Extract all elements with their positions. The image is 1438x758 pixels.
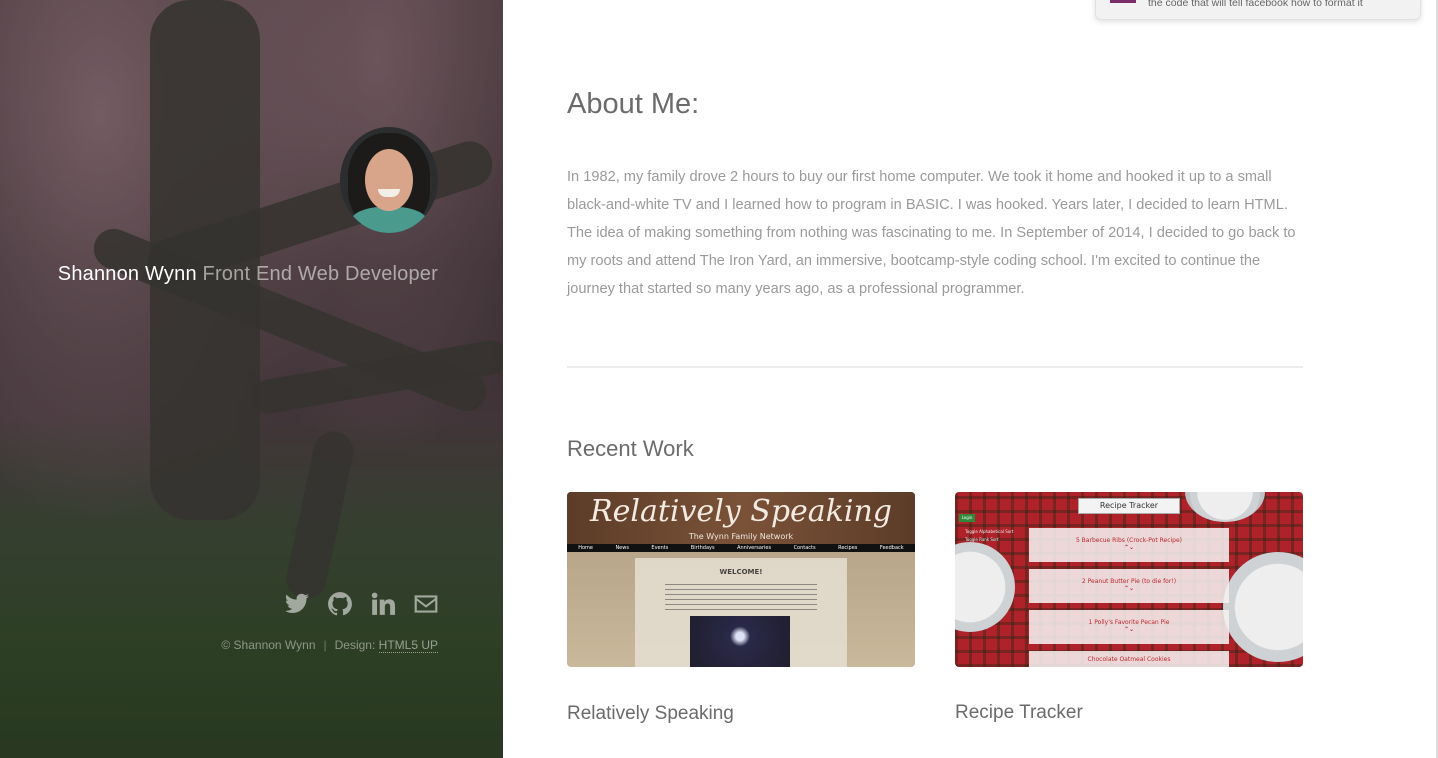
work-item-relatively-speaking[interactable]: Relatively Speaking The Wynn Family Netw… bbox=[567, 492, 915, 725]
recipe-card: 2 Peanut Butter Pie (to die for!) ⌃⌄ bbox=[1029, 569, 1229, 603]
copyright-text: © Shannon Wynn bbox=[221, 638, 316, 652]
main-content: About Me: In 1982, my family drove 2 hou… bbox=[503, 0, 1438, 758]
work-thumbnail[interactable]: Recipe Tracker Login Toggle Alphabetical… bbox=[955, 492, 1303, 667]
work-item-recipe-tracker[interactable]: Recipe Tracker Login Toggle Alphabetical… bbox=[955, 492, 1303, 724]
recipe-card: 5 Barbecue Ribs (Crock-Pot Recipe) ⌃⌄ bbox=[1029, 528, 1229, 562]
about-title: About Me: bbox=[567, 88, 700, 120]
hero-name: Shannon Wynn bbox=[57, 263, 197, 285]
hero-title: Shannon Wynn Front End Web Developer bbox=[58, 263, 438, 286]
footer-copyright: © Shannon Wynn | Design: HTML5 UP bbox=[221, 638, 438, 653]
thumb-nav: Home News Events Birthdays Anniversaries… bbox=[567, 544, 915, 552]
thumb-header: Recipe Tracker bbox=[1078, 498, 1180, 514]
html5up-link[interactable]: HTML5 UP bbox=[378, 638, 438, 653]
notification-accent bbox=[1110, 0, 1136, 3]
work-thumbnail[interactable]: Relatively Speaking The Wynn Family Netw… bbox=[567, 492, 915, 667]
notification-message: the code that will tell facebook how to … bbox=[1148, 0, 1363, 9]
notification-popup[interactable]: the code that will tell facebook how to … bbox=[1095, 0, 1421, 20]
thumb-welcome: WELCOME! bbox=[719, 568, 763, 576]
linkedin-icon[interactable] bbox=[370, 591, 396, 617]
work-title[interactable]: Recipe Tracker bbox=[955, 702, 1303, 724]
hero-panel: Shannon Wynn Front End Web Developer © S… bbox=[0, 0, 503, 758]
thumb-login: Login bbox=[959, 514, 975, 522]
recipe-card: Chocolate Oatmeal Cookies bbox=[1029, 651, 1229, 667]
thumb-script-title: Relatively Speaking bbox=[590, 494, 892, 529]
thumb-panel: WELCOME! bbox=[635, 558, 847, 667]
avatar bbox=[340, 127, 438, 233]
recipe-card: 1 Polly's Favorite Pecan Pie ⌃⌄ bbox=[1029, 610, 1229, 644]
section-divider bbox=[567, 366, 1303, 368]
thumb-subtitle: The Wynn Family Network bbox=[688, 532, 794, 541]
design-label: Design: bbox=[334, 638, 376, 652]
email-icon[interactable] bbox=[413, 591, 439, 617]
social-links bbox=[284, 591, 439, 617]
recent-work-title: Recent Work bbox=[567, 436, 694, 461]
about-text: In 1982, my family drove 2 hours to buy … bbox=[567, 169, 1296, 297]
work-title[interactable]: Relatively Speaking bbox=[567, 703, 915, 725]
hero-tagline: Front End Web Developer bbox=[202, 263, 438, 285]
github-icon[interactable] bbox=[327, 591, 353, 617]
twitter-icon[interactable] bbox=[284, 591, 310, 617]
